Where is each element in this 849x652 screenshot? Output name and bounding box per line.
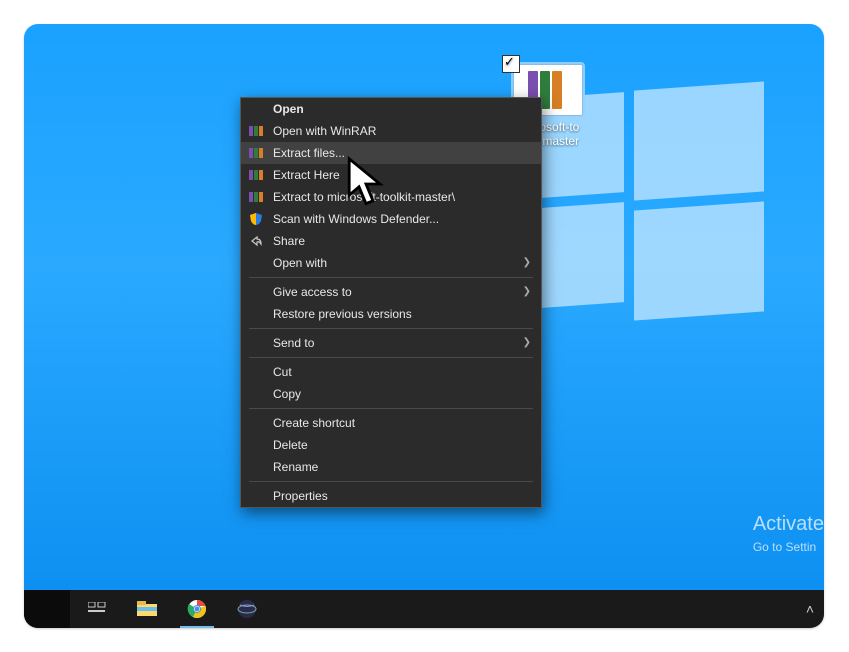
menu-rename-label: Rename (273, 460, 318, 474)
chevron-right-icon: ❯ (523, 286, 531, 297)
selection-checkbox-icon (502, 55, 520, 73)
menu-extract-to-label: Extract to microsoft-toolkit-master\ (273, 190, 455, 204)
chrome-button[interactable] (174, 590, 220, 628)
task-view-icon (88, 602, 106, 616)
task-view-button[interactable] (74, 590, 120, 628)
menu-scan-defender[interactable]: Scan with Windows Defender... (241, 208, 541, 230)
menu-send-to[interactable]: Send to ❯ (241, 332, 541, 354)
menu-give-access[interactable]: Give access to ❯ (241, 281, 541, 303)
menu-share[interactable]: Share (241, 230, 541, 252)
chrome-icon (187, 599, 207, 619)
menu-open-with-label: Open with (273, 256, 327, 270)
activation-watermark: Activate Go to Settin (753, 513, 824, 554)
menu-send-to-label: Send to (273, 336, 314, 350)
menu-extract-here[interactable]: Extract Here (241, 164, 541, 186)
menu-separator (249, 328, 533, 329)
menu-properties-label: Properties (273, 489, 328, 503)
start-button[interactable] (24, 590, 70, 628)
menu-separator (249, 408, 533, 409)
menu-copy[interactable]: Copy (241, 383, 541, 405)
menu-open-label: Open (273, 102, 304, 116)
chevron-right-icon: ❯ (523, 257, 531, 268)
file-explorer-icon (137, 601, 157, 617)
menu-create-shortcut-label: Create shortcut (273, 416, 355, 430)
menu-scan-defender-label: Scan with Windows Defender... (273, 212, 439, 226)
menu-open-winrar-label: Open with WinRAR (273, 124, 376, 138)
file-explorer-button[interactable] (124, 590, 170, 628)
menu-delete[interactable]: Delete (241, 434, 541, 456)
winrar-icon (249, 146, 263, 160)
defender-shield-icon (249, 212, 263, 226)
winrar-icon (249, 124, 263, 138)
menu-open[interactable]: Open (241, 98, 541, 120)
menu-separator (249, 481, 533, 482)
menu-extract-files-label: Extract files... (273, 146, 345, 160)
share-icon (249, 234, 263, 248)
chevron-right-icon: ❯ (523, 337, 531, 348)
menu-restore-previous[interactable]: Restore previous versions (241, 303, 541, 325)
desktop[interactable]: microsoft-to olkit-master Open Open with… (24, 24, 824, 628)
context-menu: Open Open with WinRAR Extract files... E… (240, 97, 542, 508)
menu-separator (249, 277, 533, 278)
menu-extract-files[interactable]: Extract files... (241, 142, 541, 164)
menu-share-label: Share (273, 234, 305, 248)
menu-delete-label: Delete (273, 438, 308, 452)
menu-extract-to-folder[interactable]: Extract to microsoft-toolkit-master\ (241, 186, 541, 208)
winrar-icon (249, 168, 263, 182)
menu-properties[interactable]: Properties (241, 485, 541, 507)
menu-open-with[interactable]: Open with ❯ (241, 252, 541, 274)
menu-restore-previous-label: Restore previous versions (273, 307, 412, 321)
menu-cut-label: Cut (273, 365, 292, 379)
activation-subtitle: Go to Settin (753, 540, 824, 554)
menu-open-winrar[interactable]: Open with WinRAR (241, 120, 541, 142)
taskbar[interactable]: ˄ (24, 590, 824, 628)
menu-cut[interactable]: Cut (241, 361, 541, 383)
winrar-icon (249, 190, 263, 204)
menu-separator (249, 357, 533, 358)
globe-icon (237, 599, 257, 619)
browser-globe-button[interactable] (224, 590, 270, 628)
menu-copy-label: Copy (273, 387, 301, 401)
menu-extract-here-label: Extract Here (273, 168, 340, 182)
tray-chevron-up-icon[interactable]: ˄ (806, 601, 814, 617)
menu-rename[interactable]: Rename (241, 456, 541, 478)
menu-give-access-label: Give access to (273, 285, 352, 299)
menu-create-shortcut[interactable]: Create shortcut (241, 412, 541, 434)
activation-title: Activate (753, 513, 824, 536)
